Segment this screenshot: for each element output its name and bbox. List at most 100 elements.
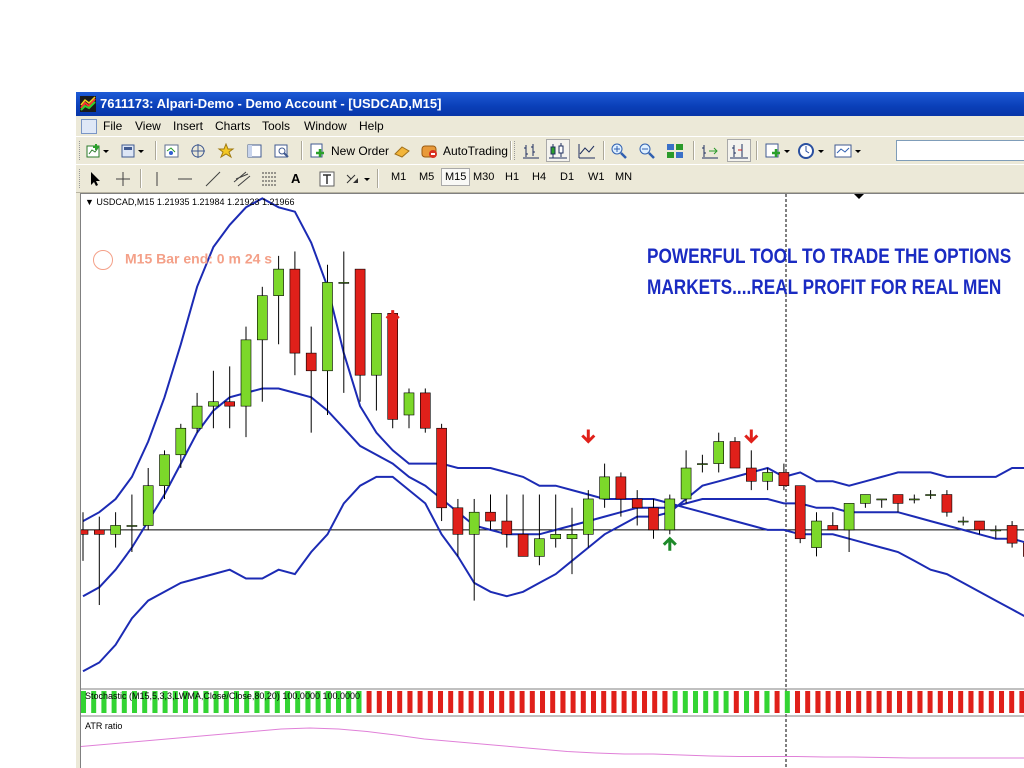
profiles-button[interactable] (120, 140, 146, 161)
new-order-button[interactable]: New Order (309, 140, 389, 161)
stochastic-bar (478, 691, 484, 713)
tile-windows-icon[interactable] (665, 140, 685, 161)
menu-bar: File View Insert Charts Tools Window Hel… (76, 116, 1024, 136)
autotrading-button[interactable]: AutoTrading (420, 140, 508, 161)
menu-help[interactable]: Help (359, 119, 384, 133)
menu-insert[interactable]: Insert (173, 119, 203, 133)
terminal-icon[interactable] (246, 140, 264, 161)
stochastic-bar (708, 691, 714, 713)
line-chart-icon[interactable] (577, 140, 597, 161)
vertical-line-icon[interactable] (148, 168, 166, 189)
timeframe-h4[interactable]: H4 (529, 169, 549, 185)
stochastic-bar (978, 691, 984, 713)
stochastic-bar (570, 691, 576, 713)
market-watch-icon[interactable] (163, 140, 181, 161)
timeframe-mn[interactable]: MN (612, 169, 635, 185)
candle-body (778, 472, 790, 486)
zoom-out-icon[interactable] (637, 140, 657, 161)
tester-icon[interactable] (273, 140, 291, 161)
stochastic-bar (897, 691, 903, 713)
app-icon (80, 96, 96, 112)
auto-scroll-icon[interactable] (700, 140, 720, 161)
stochastic-bar (555, 691, 561, 713)
stochastic-bar (922, 691, 928, 713)
candle-body (957, 520, 969, 523)
stochastic-bar (652, 691, 658, 713)
stochastic-bar (999, 691, 1005, 713)
indicators-button[interactable] (764, 140, 792, 161)
equidistant-channel-icon[interactable] (232, 168, 252, 189)
stochastic-bar (366, 691, 372, 713)
candle-body (305, 352, 317, 372)
menu-view[interactable]: View (135, 119, 161, 133)
zoom-in-icon[interactable] (609, 140, 629, 161)
stochastic-bar (647, 691, 653, 713)
favorites-star-icon[interactable] (217, 140, 235, 161)
new-order-label: New Order (331, 143, 390, 158)
candle-body (403, 392, 415, 416)
menu-file[interactable]: File (103, 119, 122, 133)
chart-shift-icon[interactable] (727, 139, 751, 162)
candle-body (664, 498, 676, 531)
document-icon[interactable] (81, 119, 97, 134)
crosshair-icon[interactable] (114, 168, 132, 189)
arrows-icon[interactable] (344, 168, 372, 189)
timeframe-m15[interactable]: M15 (440, 168, 471, 186)
stochastic-bar (545, 691, 551, 713)
candle-body (94, 529, 105, 535)
horizontal-line-icon[interactable] (176, 168, 194, 189)
stochastic-bar (662, 691, 668, 713)
timeframe-h1[interactable]: H1 (502, 169, 522, 185)
stochastic-bar (1004, 691, 1010, 713)
terminal-window: 7611173: Alpari-Demo - Demo Account - [U… (76, 92, 1024, 768)
navigator-icon[interactable] (189, 140, 207, 161)
stochastic-bar (759, 691, 765, 713)
timeframe-m30[interactable]: M30 (470, 169, 497, 185)
stochastic-bar (560, 691, 566, 713)
candle-body (354, 268, 366, 376)
stochastic-bar (983, 691, 989, 713)
timeframe-w1[interactable]: W1 (585, 169, 608, 185)
stochastic-bar (540, 691, 546, 713)
stochastic-bar (800, 691, 806, 713)
timeframe-d1[interactable]: D1 (557, 169, 577, 185)
menu-tools[interactable]: Tools (262, 119, 290, 133)
stochastic-bar (677, 691, 683, 713)
candle-body (1006, 525, 1018, 544)
metaeditor-icon[interactable] (392, 140, 412, 161)
candle-body (876, 498, 888, 501)
timeframe-m1[interactable]: M1 (388, 169, 409, 185)
stochastic-bar (769, 691, 775, 713)
stochastic-bar (489, 691, 495, 713)
stochastic-bar (514, 691, 520, 713)
menu-window[interactable]: Window (304, 119, 347, 133)
periods-clock-button[interactable] (797, 140, 827, 161)
new-chart-button[interactable] (86, 140, 110, 161)
stochastic-bar (968, 691, 974, 713)
menu-charts[interactable]: Charts (215, 119, 250, 133)
candle-body (599, 476, 610, 500)
candlestick-chart-icon[interactable] (546, 139, 570, 162)
toolbar-grip[interactable] (79, 141, 83, 160)
candle-body (534, 538, 545, 557)
title-bar[interactable]: 7611173: Alpari-Demo - Demo Account - [U… (76, 92, 1024, 116)
candle-body (338, 282, 350, 284)
bar-chart-icon[interactable] (521, 140, 541, 161)
candle-body (110, 525, 121, 535)
text-tool-button[interactable]: A (291, 168, 300, 189)
candle-body (794, 485, 806, 540)
candle-body (208, 401, 219, 407)
trendline-icon[interactable] (204, 168, 222, 189)
templates-button[interactable] (833, 140, 863, 161)
chart-area[interactable]: ▼ USDCAD,M15 1.21935 1.21984 1.21923 1.2… (80, 193, 1024, 768)
candle-body (322, 282, 333, 372)
text-label-icon[interactable] (318, 168, 336, 189)
search-input[interactable] (896, 140, 1024, 161)
cursor-icon[interactable] (86, 168, 104, 189)
line-studies-toolbar: A M1 M5 M15 M30 H1 H4 D1 W1 MN (76, 164, 1024, 193)
candle-body (175, 427, 187, 456)
timeframe-m5[interactable]: M5 (416, 169, 437, 185)
stochastic-bar (840, 691, 846, 713)
bar-timer-text: M15 Bar end: 0 m 24 s (125, 250, 273, 267)
fibonacci-icon[interactable] (260, 168, 280, 189)
